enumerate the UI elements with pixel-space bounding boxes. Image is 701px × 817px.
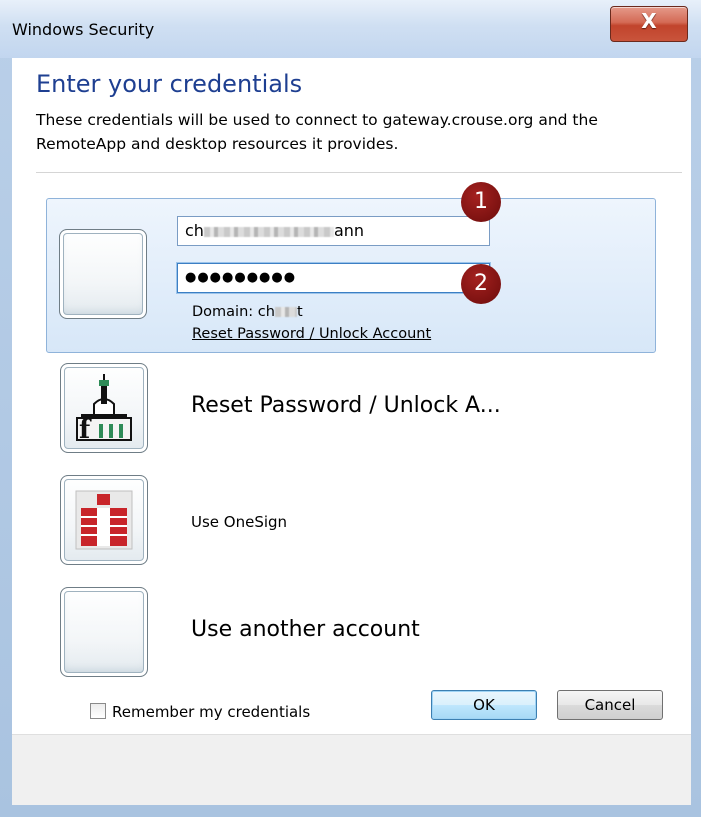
annotation-badge-2: 2 bbox=[461, 264, 501, 304]
reset-password-link[interactable]: Reset Password / Unlock Account bbox=[192, 326, 431, 342]
ok-button[interactable]: OK bbox=[431, 690, 537, 720]
close-icon: X bbox=[641, 9, 657, 33]
redacted-text bbox=[203, 226, 334, 237]
windows-security-dialog: Windows Security X Enter your credential… bbox=[0, 0, 701, 817]
option-use-another-account[interactable]: Use another account bbox=[60, 587, 660, 683]
dialog-description: These credentials will be used to connec… bbox=[36, 111, 598, 153]
building-icon: f bbox=[60, 363, 148, 453]
password-field[interactable]: ●●●●●●●●● bbox=[177, 263, 490, 293]
annotation-badge-1: 1 bbox=[461, 182, 501, 222]
username-suffix: ann bbox=[333, 221, 365, 240]
dialog-heading: Enter your credentials bbox=[36, 70, 303, 98]
cancel-button[interactable]: Cancel bbox=[557, 690, 663, 720]
option-reset-password[interactable]: f Reset Password / Unlock A... bbox=[60, 363, 660, 459]
redacted-text bbox=[274, 307, 297, 317]
window-title: Windows Security bbox=[12, 20, 155, 39]
option-label: Use another account bbox=[191, 617, 420, 642]
remember-checkbox[interactable] bbox=[90, 703, 106, 719]
close-button[interactable]: X bbox=[610, 6, 688, 42]
selected-credential-tile[interactable]: ch ann 1 ●●●●●●●●● 2 Domain: ch t Reset Pa… bbox=[46, 182, 656, 353]
remember-label: Remember my credentials bbox=[112, 703, 311, 721]
blank-avatar-icon bbox=[60, 587, 148, 677]
remember-credentials[interactable]: Remember my credentials bbox=[90, 703, 310, 721]
username-field[interactable]: ch ann bbox=[177, 216, 490, 246]
button-bar bbox=[12, 734, 691, 805]
domain-prefix: ch bbox=[257, 304, 275, 320]
domain-label: Domain: bbox=[192, 304, 258, 320]
title-bar[interactable]: Windows Security X bbox=[0, 0, 701, 58]
user-avatar-icon bbox=[59, 229, 147, 319]
option-label: Reset Password / Unlock A... bbox=[191, 393, 501, 418]
domain-suffix: t bbox=[296, 304, 303, 320]
domain-text: Domain: ch t bbox=[192, 304, 303, 320]
divider bbox=[36, 172, 682, 173]
option-onesign[interactable]: Use OneSign bbox=[60, 475, 660, 571]
svg-text:f: f bbox=[79, 415, 92, 445]
onesign-icon bbox=[60, 475, 148, 565]
option-label: Use OneSign bbox=[191, 513, 288, 531]
username-prefix: ch bbox=[185, 221, 204, 240]
